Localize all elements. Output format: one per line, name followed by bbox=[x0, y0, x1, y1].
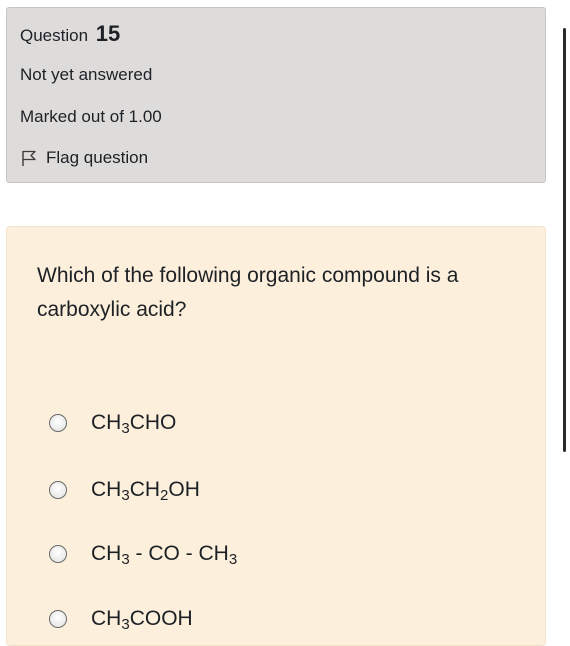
question-number: 15 bbox=[95, 21, 121, 46]
answer-option-1[interactable]: CH3CHO bbox=[49, 411, 177, 437]
radio-button-icon[interactable] bbox=[49, 545, 67, 563]
question-formulation: Which of the following organic compound … bbox=[6, 226, 546, 646]
question-state: Not yet answered bbox=[20, 65, 153, 84]
question-text: Which of the following organic compound … bbox=[37, 264, 459, 321]
answer-option-label: CH3COOH bbox=[91, 607, 193, 633]
radio-button-icon[interactable] bbox=[49, 610, 67, 628]
radio-button-icon[interactable] bbox=[49, 481, 67, 499]
question-info-panel: Question 15 Not yet answered Marked out … bbox=[6, 7, 546, 183]
flag-question-label: Flag question bbox=[46, 148, 149, 167]
question-grade: Marked out of 1.00 bbox=[20, 107, 162, 126]
answer-option-3[interactable]: CH3 - CO - CH3 bbox=[49, 542, 238, 568]
answer-option-label: CH3 - CO - CH3 bbox=[91, 542, 238, 568]
radio-button-icon[interactable] bbox=[49, 414, 67, 432]
question-label: Question bbox=[20, 26, 89, 45]
answer-option-2[interactable]: CH3CH2OH bbox=[49, 478, 200, 504]
answer-option-4[interactable]: CH3COOH bbox=[49, 607, 193, 633]
flag-icon bbox=[22, 150, 36, 166]
flag-question-link[interactable]: Flag question bbox=[20, 148, 148, 168]
scrollbar[interactable] bbox=[563, 28, 566, 452]
answer-option-label: CH3CH2OH bbox=[91, 478, 200, 504]
answer-option-label: CH3CHO bbox=[91, 411, 177, 437]
question-title: Question 15 bbox=[20, 21, 120, 47]
